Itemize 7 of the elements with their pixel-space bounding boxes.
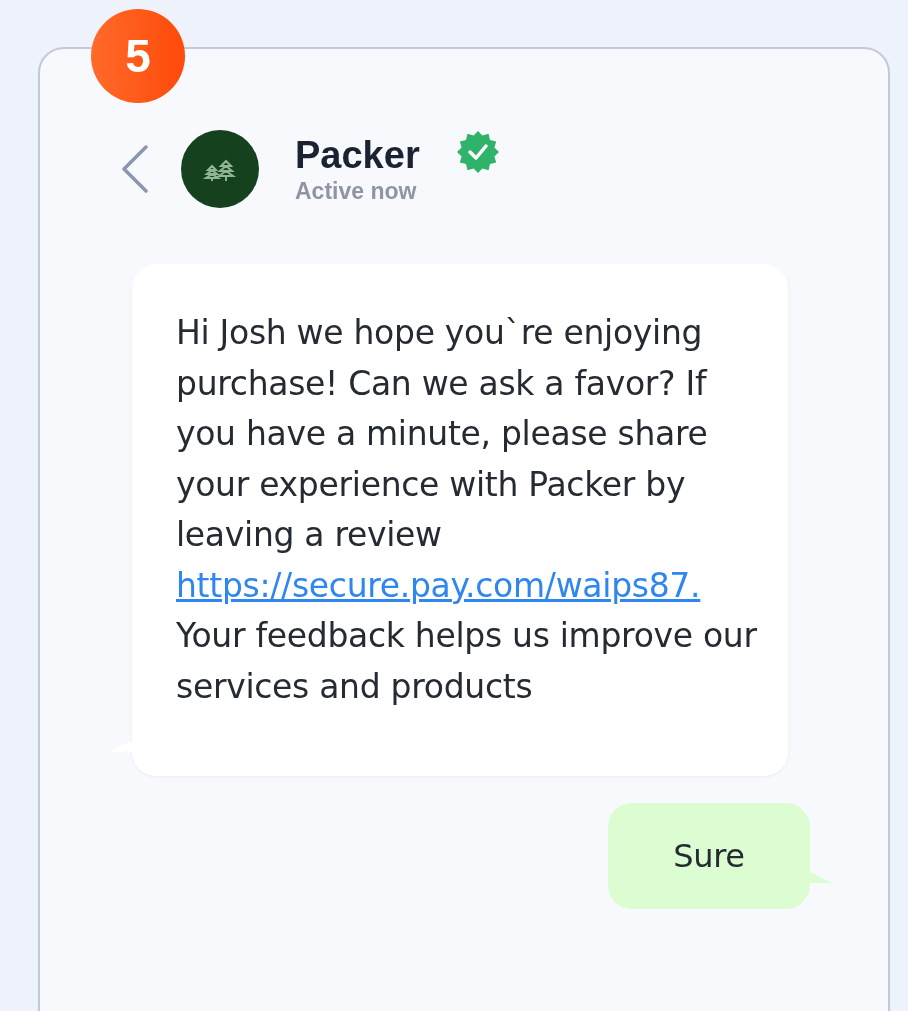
step-badge: 5 (91, 9, 185, 103)
message-text: Hi Josh we hope you`re enjoying purchase! Can we ask a favor? If you have a minute, please share your experience with Packer by leaving a review https://secure.pay.com/waips87. Your feedback helps us improve our services and products (176, 312, 758, 708)
contact-status: Active now (295, 177, 418, 205)
review-link[interactable]: https://secure.pay.com/waips87. (176, 565, 701, 605)
back-icon[interactable] (120, 145, 150, 193)
message-text: Sure (673, 835, 745, 877)
contact-name: Packer (295, 133, 420, 177)
